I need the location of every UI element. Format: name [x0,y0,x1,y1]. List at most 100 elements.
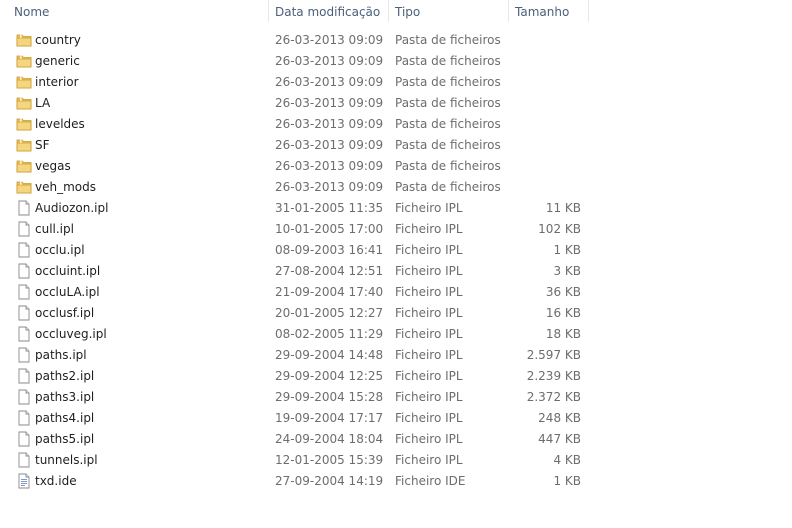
file-row[interactable]: tunnels.ipl 12-01-2005 15:39 Ficheiro IPL 4… [0,450,600,471]
column-header-date[interactable]: Data modificação [275,0,380,22]
item-type: Pasta de ficheiros [395,75,501,89]
item-name: interior [35,75,79,89]
item-type: Ficheiro IPL [395,306,463,320]
item-type: Ficheiro IPL [395,432,463,446]
folder-row[interactable]: interior 26-03-2013 09:09 Pasta de ficheir… [0,72,600,93]
item-name: leveldes [35,117,85,131]
item-type: Pasta de ficheiros [395,117,501,131]
item-size: 248 KB [538,411,581,425]
item-size: 447 KB [538,432,581,446]
item-name: occlu.ipl [35,243,85,257]
file-row[interactable]: occluint.ipl 27-08-2004 12:51 Ficheiro IPL… [0,261,600,282]
folder-icon [16,95,32,111]
item-name: paths2.ipl [35,369,95,383]
item-date-modified: 08-02-2005 11:29 [275,327,384,341]
file-row[interactable]: occlusf.ipl 20-01-2005 12:27 Ficheiro IPL 1… [0,303,600,324]
column-divider[interactable] [388,0,389,22]
folder-row[interactable]: country 26-03-2013 09:09 Pasta de ficheiro… [0,30,600,51]
file-row[interactable]: Audiozon.ipl 31-01-2005 11:35 Ficheiro IPL… [0,198,600,219]
item-date-modified: 20-01-2005 12:27 [275,306,384,320]
folder-row[interactable]: leveldes 26-03-2013 09:09 Pasta de ficheir… [0,114,600,135]
folder-row[interactable]: SF 26-03-2013 09:09 Pasta de ficheiros [0,135,600,156]
folder-icon [16,116,32,132]
item-type: Pasta de ficheiros [395,96,501,110]
item-size [500,156,581,177]
file-icon [16,263,32,279]
folder-row[interactable]: generic 26-03-2013 09:09 Pasta de ficheiro… [0,51,600,72]
item-name: occlusf.ipl [35,306,95,320]
file-icon [16,431,32,447]
item-date-modified: 29-09-2004 12:25 [275,369,384,383]
item-name: occluint.ipl [35,264,101,278]
file-row[interactable]: paths2.ipl 29-09-2004 12:25 Ficheiro IPL 2.… [0,366,600,387]
folder-icon [16,32,32,48]
ide-file-icon [16,473,32,489]
item-name: generic [35,54,80,68]
item-type: Pasta de ficheiros [395,54,501,68]
item-name: occluLA.ipl [35,285,100,299]
item-date-modified: 26-03-2013 09:09 [275,54,384,68]
item-date-modified: 26-03-2013 09:09 [275,117,384,131]
file-row[interactable]: occlu.ipl 08-09-2003 16:41 Ficheiro IPL 1 K… [0,240,600,261]
file-row[interactable]: paths3.ipl 29-09-2004 15:28 Ficheiro IPL 2.… [0,387,600,408]
item-type: Pasta de ficheiros [395,138,501,152]
chevron-up-icon: ⌃ [134,0,141,5]
folder-row[interactable]: veh_mods 26-03-2013 09:09 Pasta de ficheir… [0,177,600,198]
file-row[interactable]: paths4.ipl 19-09-2004 17:17 Ficheiro IPL 24… [0,408,600,429]
folder-icon [16,53,32,69]
file-row[interactable]: txd.ide 27-09-2004 14:19 Ficheiro IDE 1 KB [0,471,600,492]
column-header-name[interactable]: Nome [14,0,49,22]
item-name: paths4.ipl [35,411,95,425]
file-icon [16,305,32,321]
item-name: country [35,33,81,47]
item-type: Ficheiro IPL [395,348,463,362]
file-explorer-window: Nome ⌃ Data modificação Tipo Tamanho cou… [0,0,792,528]
item-type: Ficheiro IPL [395,327,463,341]
item-date-modified: 26-03-2013 09:09 [275,33,384,47]
item-size: 18 KB [545,327,581,341]
folder-row[interactable]: LA 26-03-2013 09:09 Pasta de ficheiros [0,93,600,114]
item-type: Ficheiro IPL [395,243,463,257]
item-type: Pasta de ficheiros [395,159,501,173]
item-size: 4 KB [553,453,581,467]
file-row[interactable]: paths.ipl 29-09-2004 14:48 Ficheiro IPL 2.5… [0,345,600,366]
item-name: tunnels.ipl [35,453,98,467]
file-row[interactable]: paths5.ipl 24-09-2004 18:04 Ficheiro IPL 44… [0,429,600,450]
item-date-modified: 29-09-2004 14:48 [275,348,384,362]
item-size [500,30,581,51]
item-type: Ficheiro IPL [395,453,463,467]
column-divider[interactable] [508,0,509,22]
item-name: paths3.ipl [35,390,95,404]
file-icon [16,221,32,237]
item-name: vegas [35,159,71,173]
file-icon [16,200,32,216]
file-row[interactable]: cull.ipl 10-01-2005 17:00 Ficheiro IPL 102 … [0,219,600,240]
item-date-modified: 10-01-2005 17:00 [275,222,384,236]
item-date-modified: 08-09-2003 16:41 [275,243,384,257]
file-row[interactable]: occluveg.ipl 08-02-2005 11:29 Ficheiro IPL… [0,324,600,345]
item-type: Ficheiro IPL [395,411,463,425]
item-date-modified: 26-03-2013 09:09 [275,180,384,194]
item-type: Ficheiro IPL [395,222,463,236]
item-size: 11 KB [545,201,581,215]
column-divider[interactable] [588,0,589,22]
item-name: txd.ide [35,474,77,488]
item-name: SF [35,138,50,152]
item-size: 36 KB [545,285,581,299]
item-name: LA [35,96,51,110]
file-row[interactable]: occluLA.ipl 21-09-2004 17:40 Ficheiro IPL 3… [0,282,600,303]
item-type: Ficheiro IPL [395,264,463,278]
item-date-modified: 26-03-2013 09:09 [275,159,384,173]
file-icon [16,452,32,468]
item-name: paths.ipl [35,348,87,362]
file-icon [16,326,32,342]
item-type: Ficheiro IPL [395,201,463,215]
column-header-type[interactable]: Tipo [395,0,420,22]
column-header-bar: Nome ⌃ Data modificação Tipo Tamanho [0,0,792,24]
column-header-size[interactable]: Tamanho [515,0,569,22]
item-type: Pasta de ficheiros [395,180,501,194]
folder-row[interactable]: vegas 26-03-2013 09:09 Pasta de ficheiros [0,156,600,177]
item-name: veh_mods [35,180,96,194]
column-divider[interactable] [268,0,269,22]
item-size [500,51,581,72]
